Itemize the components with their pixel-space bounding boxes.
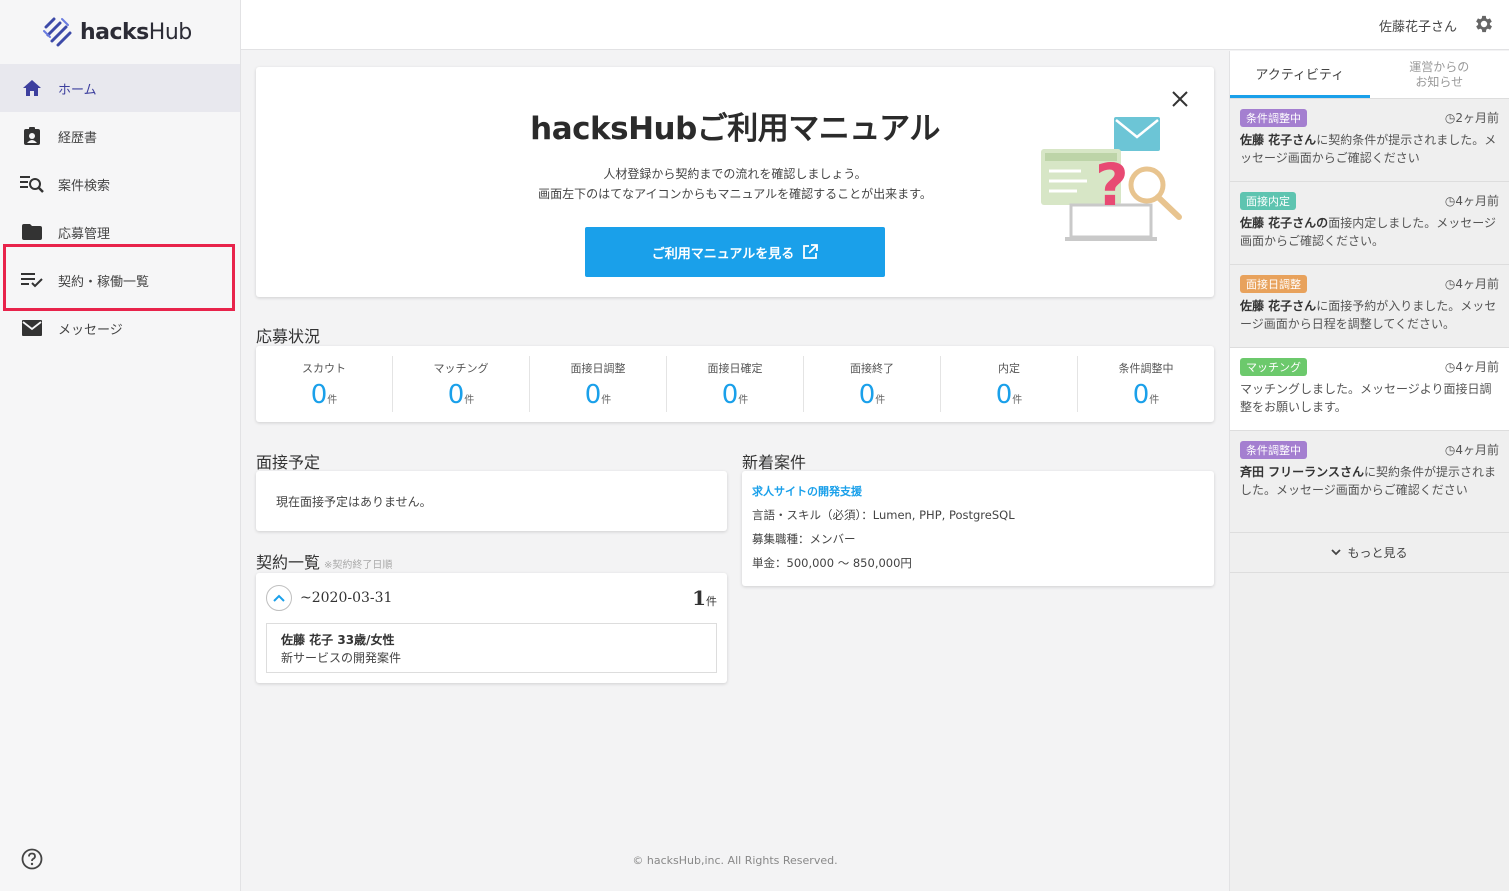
sidebar-item-label: 経歴書 bbox=[58, 130, 98, 146]
chevron-up-icon[interactable] bbox=[266, 585, 292, 611]
job-title-link[interactable]: 求人サイトの開発支援 bbox=[752, 483, 1204, 499]
activity-item[interactable]: マッチング ◷4ヶ月前 マッチングしました。メッセージより面接日調整をお願いしま… bbox=[1230, 348, 1509, 431]
external-link-icon bbox=[803, 244, 819, 259]
status-cell-interview-done: 面接終了 0件 bbox=[804, 356, 941, 412]
contract-group-header: ~2020-03-31 1件 bbox=[266, 585, 717, 611]
activity-item[interactable]: 条件調整中 ◷2ヶ月前 佐藤 花子さんに契約条件が提示されました。メッセージ画面… bbox=[1230, 99, 1509, 182]
tab-activity[interactable]: アクティビティ bbox=[1230, 51, 1370, 98]
interview-empty-text: 現在面接予定はありません。 bbox=[276, 495, 432, 509]
activity-text: 斉田 フリーランスさんに契約条件が提示されました。メッセージ画面からご確認くださ… bbox=[1240, 465, 1496, 497]
activity-item[interactable]: 条件調整中 ◷4ヶ月前 斉田 フリーランスさんに契約条件が提示されました。メッセ… bbox=[1230, 431, 1509, 533]
sidebar-item-label: 案件検索 bbox=[58, 178, 111, 194]
activity-panel: アクティビティ 運営からの お知らせ 条件調整中 ◷2ヶ月前 佐藤 花子さんに契… bbox=[1229, 51, 1509, 891]
activity-item[interactable]: 面接内定 ◷4ヶ月前 佐藤 花子さんの面接内定しました。メッセージ画面からご確認… bbox=[1230, 182, 1509, 265]
profile-card-icon bbox=[20, 124, 44, 148]
activity-text: 佐藤 花子さんに契約条件が提示されました。メッセージ画面からご確認ください bbox=[1240, 133, 1497, 165]
interview-card: 現在面接予定はありません。 bbox=[256, 471, 727, 531]
activity-time: ◷4ヶ月前 bbox=[1444, 194, 1499, 208]
sidebar: hacksHub ホーム 経歴書 案件検索 応募管理 契約・稼働一覧 メッセージ bbox=[0, 0, 241, 891]
status-cell-negotiating: 条件調整中 0件 bbox=[1118, 362, 1174, 410]
sidebar-item-applications[interactable]: 応募管理 bbox=[0, 208, 240, 256]
user-name[interactable]: 佐藤花子さん bbox=[1379, 16, 1457, 35]
manual-card: hacksHubご利用マニュアル 人材登録から契約までの流れを確認しましょう。 … bbox=[256, 67, 1214, 297]
status-cell-interview-scheduling: 面接日調整 0件 bbox=[530, 356, 667, 412]
job-skills: 言語・スキル（必須）：Lumen, PHP, PostgreSQL bbox=[752, 508, 1015, 522]
job-price: 単金：500,000 ～ 850,000円 bbox=[752, 556, 912, 570]
contract-item-desc: 新サービスの開発案件 bbox=[281, 651, 402, 665]
manual-button[interactable]: ご利用マニュアルを見る bbox=[585, 227, 885, 277]
svg-text:?: ? bbox=[1095, 151, 1129, 219]
sidebar-item-job-search[interactable]: 案件検索 bbox=[0, 160, 240, 208]
sidebar-item-label: 応募管理 bbox=[58, 226, 111, 242]
activity-text: マッチングしました。メッセージより面接日調整をお願いします。 bbox=[1240, 382, 1492, 414]
activity-time: ◷2ヶ月前 bbox=[1444, 111, 1499, 125]
job-role: 募集職種：メンバー bbox=[752, 532, 856, 546]
newjobs-section-title: 新着案件 bbox=[742, 453, 807, 472]
sidebar-item-messages[interactable]: メッセージ bbox=[0, 304, 240, 352]
sidebar-item-label: ホーム bbox=[58, 82, 97, 98]
status-cell-interview-confirmed: 面接日確定 0件 bbox=[667, 356, 804, 412]
contracts-section-title: 契約一覧 ※契約終了日順 bbox=[256, 553, 393, 572]
checklist-icon bbox=[20, 268, 44, 292]
mail-icon bbox=[20, 316, 44, 340]
activity-time: ◷4ヶ月前 bbox=[1444, 360, 1499, 374]
manual-illustration: ? bbox=[1041, 117, 1182, 241]
activity-time: ◷4ヶ月前 bbox=[1444, 277, 1499, 291]
contract-item-name: 佐藤 花子 33歳/女性 bbox=[281, 633, 395, 647]
sidebar-item-resume[interactable]: 経歴書 bbox=[0, 112, 240, 160]
home-icon bbox=[20, 76, 44, 100]
activity-text: 佐藤 花子さんに面接予約が入りました。メッセージ画面から日程を調整してください。 bbox=[1240, 299, 1497, 331]
status-badge: 条件調整中 bbox=[1240, 441, 1307, 459]
close-icon[interactable] bbox=[1170, 89, 1190, 109]
newjobs-card: 求人サイトの開発支援 言語・スキル（必須）：Lumen, PHP, Postgr… bbox=[742, 471, 1214, 586]
panel-tabs: アクティビティ 運営からの お知らせ bbox=[1230, 51, 1509, 99]
status-cell-offer: 内定 0件 bbox=[941, 356, 1078, 412]
top-bar: 佐藤花子さん bbox=[241, 0, 1509, 50]
sidebar-item-home[interactable]: ホーム bbox=[0, 64, 240, 112]
activity-text: 佐藤 花子さんの面接内定しました。メッセージ画面からご確認ください。 bbox=[1240, 216, 1496, 248]
list-search-icon bbox=[20, 172, 44, 196]
interview-section-title: 面接予定 bbox=[256, 453, 321, 472]
activity-item[interactable]: 面接日調整 ◷4ヶ月前 佐藤 花子さんに面接予約が入りました。メッセージ画面から… bbox=[1230, 265, 1509, 348]
main-content: hacksHubご利用マニュアル 人材登録から契約までの流れを確認しましょう。 … bbox=[241, 51, 1229, 891]
folder-icon bbox=[20, 220, 44, 244]
gear-icon[interactable] bbox=[1473, 13, 1495, 35]
status-cell-matching: マッチング 0件 bbox=[393, 356, 530, 412]
status-badge: マッチング bbox=[1240, 358, 1307, 376]
contracts-card: ~2020-03-31 1件 佐藤 花子 33歳/女性 新サービスの開発案件 bbox=[256, 573, 727, 683]
logo-text: hacksHub bbox=[80, 19, 192, 45]
logo-icon bbox=[43, 17, 72, 47]
tab-news[interactable]: 運営からの お知らせ bbox=[1370, 51, 1509, 98]
show-more-button[interactable]: もっと見る bbox=[1230, 533, 1509, 573]
sidebar-nav: ホーム 経歴書 案件検索 応募管理 契約・稼働一覧 メッセージ bbox=[0, 64, 240, 352]
status-cell-scout: スカウト 0件 bbox=[256, 356, 393, 412]
chevron-down-icon bbox=[1331, 549, 1342, 556]
status-badge: 条件調整中 bbox=[1240, 109, 1307, 127]
sidebar-item-contracts[interactable]: 契約・稼働一覧 bbox=[0, 256, 240, 304]
sidebar-item-label: 契約・稼働一覧 bbox=[58, 274, 150, 290]
footer-copyright: © hacksHub,inc. All Rights Reserved. bbox=[632, 854, 838, 867]
contracts-sort-note: ※契約終了日順 bbox=[324, 560, 393, 571]
contract-item[interactable]: 佐藤 花子 33歳/女性 新サービスの開発案件 bbox=[266, 623, 717, 673]
contract-count: 1件 bbox=[692, 586, 717, 610]
logo[interactable]: hacksHub bbox=[42, 14, 192, 50]
status-badge: 面接内定 bbox=[1240, 192, 1296, 210]
status-badge: 面接日調整 bbox=[1240, 275, 1307, 293]
activity-time: ◷4ヶ月前 bbox=[1444, 443, 1499, 457]
status-section-title: 応募状況 bbox=[256, 327, 321, 346]
help-icon[interactable] bbox=[21, 848, 43, 870]
status-card: スカウト 0件 マッチング 0件 面接日調整 0件 面接日確定 0件 面接終了 … bbox=[256, 346, 1214, 422]
sidebar-item-label: メッセージ bbox=[58, 322, 123, 338]
contract-group-date: ~2020-03-31 bbox=[300, 590, 393, 606]
